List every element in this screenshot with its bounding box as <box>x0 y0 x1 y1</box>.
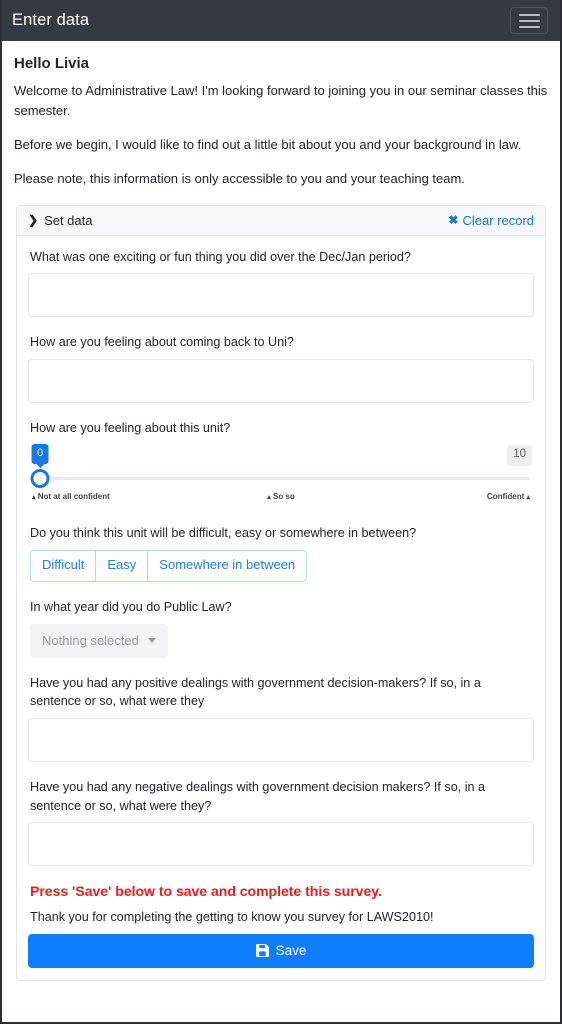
question-6-input[interactable] <box>28 717 534 762</box>
chevron-down-icon <box>147 637 156 643</box>
question-5: In what year did you do Public Law? Noth… <box>28 598 534 658</box>
floppy-disk-save-icon <box>255 944 269 958</box>
question-1-input[interactable] <box>28 273 534 318</box>
confidence-slider[interactable]: 0 10 ▴ Not at all confident ▴ So so Conf… <box>28 444 534 506</box>
question-2-label: How are you feeling about coming back to… <box>30 335 294 350</box>
clear-record-button[interactable]: ✖ Clear record <box>448 213 534 228</box>
hamburger-line <box>518 13 540 16</box>
greeting-heading: Hello Livia <box>14 55 90 72</box>
question-3: How are you feeling about this unit? 0 1… <box>28 419 534 507</box>
hamburger-menu-icon[interactable] <box>510 7 548 34</box>
question-7: Have you had any negative dealings with … <box>28 778 534 867</box>
dropdown-selected-value: Nothing selected <box>42 632 139 648</box>
slider-track-row[interactable] <box>30 466 532 490</box>
caret-up-icon: ▴ <box>32 494 36 502</box>
chevron-right-icon: ❯ <box>28 213 39 228</box>
slider-value-badge: 0 <box>31 444 49 465</box>
question-3-label: How are you feeling about this unit? <box>30 420 231 435</box>
question-7-input[interactable] <box>28 822 534 867</box>
question-1-label: What was one exciting or fun thing you d… <box>30 249 411 264</box>
slider-tick-labels: ▴ Not at all confident ▴ So so Confident… <box>30 492 532 506</box>
form-card: ❯ Set data ✖ Clear record What was one e… <box>16 204 546 982</box>
page-title: Enter data <box>12 11 90 29</box>
slider-tick-right: Confident ▴ <box>487 492 530 501</box>
public-law-year-dropdown[interactable]: Nothing selected <box>30 623 168 658</box>
question-1: What was one exciting or fun thing you d… <box>28 248 534 318</box>
question-4: Do you think this unit will be difficult… <box>28 524 534 582</box>
option-somewhere-in-between-button[interactable]: Somewhere in between <box>147 550 308 582</box>
question-2: How are you feeling about coming back to… <box>28 333 534 403</box>
hamburger-line <box>518 25 540 28</box>
intro-paragraph-3: Please note, this information is only ac… <box>14 171 465 187</box>
clear-record-label: Clear record <box>462 212 534 228</box>
caret-up-icon: ▴ <box>267 494 271 502</box>
form-card-body: What was one exciting or fun thing you d… <box>17 236 545 981</box>
close-x-icon: ✖ <box>448 213 459 228</box>
slider-track[interactable] <box>40 477 530 481</box>
save-button-label: Save <box>275 943 307 959</box>
set-data-label: Set data <box>44 212 93 228</box>
app-header: Enter data <box>2 0 560 41</box>
slider-tick-mid: ▴ So so <box>267 492 295 501</box>
set-data-toggle[interactable]: ❯ Set data <box>28 213 93 228</box>
slider-value-row: 0 10 <box>30 444 532 466</box>
page-content: Hello Livia Welcome to Administrative La… <box>2 41 560 982</box>
option-difficult-button[interactable]: Difficult <box>30 550 96 582</box>
slider-tick-mid-label: So so <box>272 492 295 502</box>
app-window: Enter data Hello Livia Welcome to Admini… <box>0 0 562 1024</box>
question-2-input[interactable] <box>28 358 534 403</box>
intro-paragraph-2: Before we begin, I would like to find ou… <box>14 137 522 153</box>
question-7-label: Have you had any negative dealings with … <box>30 779 486 813</box>
form-card-header: ❯ Set data ✖ Clear record <box>17 205 545 236</box>
slider-tick-left: ▴ Not at all confident <box>32 492 110 501</box>
slider-thumb[interactable] <box>30 469 50 489</box>
difficulty-button-group: Difficult Easy Somewhere in between <box>30 550 308 582</box>
question-6-label: Have you had any positive dealings with … <box>30 675 481 709</box>
question-4-label: Do you think this unit will be difficult… <box>30 526 417 541</box>
caret-up-icon: ▴ <box>526 494 530 502</box>
slider-max-badge: 10 <box>507 445 532 466</box>
question-6: Have you had any positive dealings with … <box>28 674 534 762</box>
slider-tick-left-label: Not at all confident <box>37 492 110 502</box>
question-5-label: In what year did you do Public Law? <box>30 600 232 614</box>
slider-tick-right-label: Confident <box>486 492 525 502</box>
save-button[interactable]: Save <box>28 934 534 969</box>
save-reminder-text: Press 'Save' below to save and complete … <box>30 883 382 900</box>
option-easy-button[interactable]: Easy <box>95 550 148 582</box>
hamburger-line <box>518 19 540 22</box>
thank-you-text: Thank you for completing the getting to … <box>30 910 434 925</box>
intro-paragraph-1: Welcome to Administrative Law! I'm looki… <box>14 83 548 119</box>
